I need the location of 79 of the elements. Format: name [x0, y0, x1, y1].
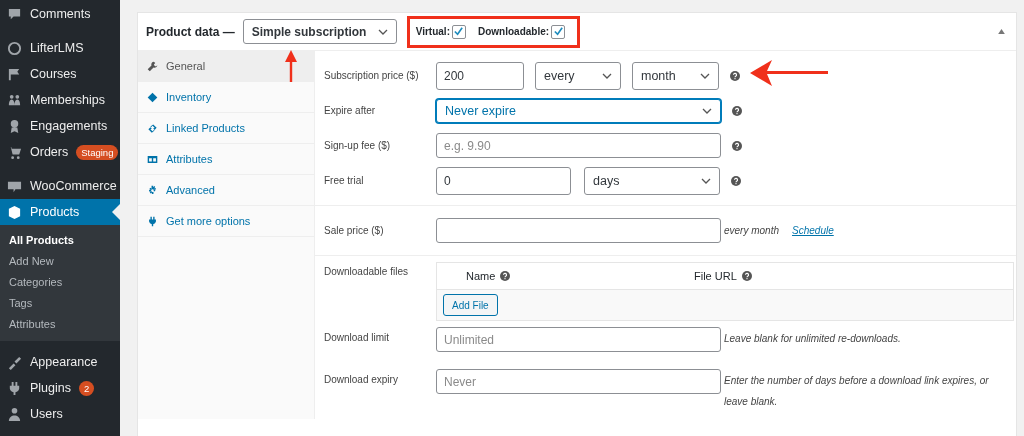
- table-icon: [147, 153, 158, 165]
- input-field[interactable]: Unlimited: [436, 327, 721, 352]
- expiry-dropdown[interactable]: Never expire: [436, 98, 721, 123]
- input-field[interactable]: 200: [436, 61, 524, 90]
- field-label: Download expiry: [324, 373, 399, 385]
- add-file-button[interactable]: Add File: [443, 294, 498, 316]
- input-field[interactable]: 0: [436, 166, 571, 195]
- tab[interactable]: Inventory: [138, 82, 314, 113]
- sidebar-item[interactable]: Engagements: [0, 113, 120, 139]
- collapse-icon[interactable]: [998, 29, 1005, 34]
- tab[interactable]: Advanced: [138, 175, 314, 206]
- submenu-item[interactable]: Attributes: [0, 314, 120, 335]
- period-dropdown[interactable]: month: [632, 61, 719, 90]
- column-header: File URL: [694, 270, 737, 282]
- help-icon[interactable]: [730, 70, 740, 81]
- submenu-item[interactable]: Categories: [0, 272, 120, 293]
- hint-text: Enter the number of days before a download link expires, or leave blank.: [724, 374, 990, 409]
- count-badge: Staging: [76, 144, 119, 160]
- checkbox[interactable]: [551, 24, 566, 39]
- chevron-icon: [377, 28, 388, 35]
- help-icon[interactable]: [500, 271, 511, 281]
- field-label: Download limit: [324, 331, 391, 343]
- input-field[interactable]: Never: [436, 369, 721, 394]
- count-badge: 2: [79, 380, 95, 396]
- checkbox-label: Downloadable:: [477, 26, 550, 37]
- help-icon[interactable]: [741, 271, 752, 281]
- field-label: Expire after: [324, 105, 377, 116]
- submenu-item[interactable]: Add New: [0, 251, 120, 272]
- wrench-icon: [147, 60, 158, 72]
- field-label: Downloadable files: [324, 265, 409, 279]
- sidebar-item[interactable]: Appearance: [0, 349, 120, 375]
- sidebar-item[interactable]: Users: [0, 401, 120, 427]
- checkbox[interactable]: [451, 24, 466, 39]
- plug-icon: [147, 215, 158, 227]
- cube-icon: [7, 204, 22, 220]
- person-icon: [7, 406, 22, 422]
- tab[interactable]: Attributes: [138, 144, 314, 175]
- sidebar-item[interactable]: Courses: [0, 61, 120, 87]
- help-icon[interactable]: [732, 105, 742, 116]
- input-field[interactable]: [436, 218, 721, 243]
- people-icon: [7, 92, 22, 108]
- hint-text: Leave blank for unlimited re-downloads.: [724, 332, 902, 346]
- sidebar-item[interactable]: LifterLMS: [0, 35, 120, 61]
- plug-icon: [7, 380, 22, 396]
- sidebar-item[interactable]: Plugins 2: [0, 375, 120, 401]
- field-label: Sign-up fee ($): [324, 140, 392, 151]
- sidebar-item[interactable]: Products: [0, 199, 120, 225]
- checkbox-label: Virtual:: [415, 26, 450, 37]
- field-label: Sale price ($): [324, 225, 385, 236]
- sidebar-item[interactable]: Comments: [0, 1, 120, 27]
- sidebar-item[interactable]: Orders Staging: [0, 139, 120, 165]
- chevron-icon: [602, 72, 612, 79]
- product-type-dropdown[interactable]: Simple subscription: [242, 19, 397, 44]
- annotation-arrow: [283, 50, 299, 82]
- field-label: Free trial: [324, 175, 365, 186]
- chevron-icon: [701, 177, 711, 184]
- submenu-item[interactable]: Tags: [0, 293, 120, 314]
- submenu-item[interactable]: All Products: [0, 230, 120, 251]
- pointer-notch: [112, 204, 120, 220]
- panel-title: Product data —: [146, 24, 235, 39]
- period-dropdown[interactable]: days: [584, 166, 720, 195]
- gear-icon: [147, 184, 158, 196]
- schedule-link[interactable]: Schedule: [792, 225, 834, 236]
- column-header: Name: [466, 270, 496, 282]
- chevron-icon: [702, 107, 712, 114]
- tag-icon: [147, 91, 158, 103]
- tab[interactable]: Get more options: [138, 206, 314, 237]
- tab[interactable]: Linked Products: [138, 113, 314, 144]
- field-label: Subscription price ($): [324, 70, 420, 81]
- help-icon[interactable]: [732, 140, 742, 151]
- sidebar-item[interactable]: WooCommerce: [0, 173, 120, 199]
- flag-icon: [7, 66, 22, 82]
- interval-dropdown[interactable]: every: [535, 61, 621, 90]
- sidebar-item[interactable]: Memberships: [0, 87, 120, 113]
- input-field[interactable]: e.g. 9.90: [436, 133, 721, 158]
- chevron-icon: [700, 72, 710, 79]
- tab[interactable]: General: [138, 51, 314, 82]
- hint-text: every month: [724, 225, 780, 236]
- help-icon[interactable]: [731, 175, 741, 186]
